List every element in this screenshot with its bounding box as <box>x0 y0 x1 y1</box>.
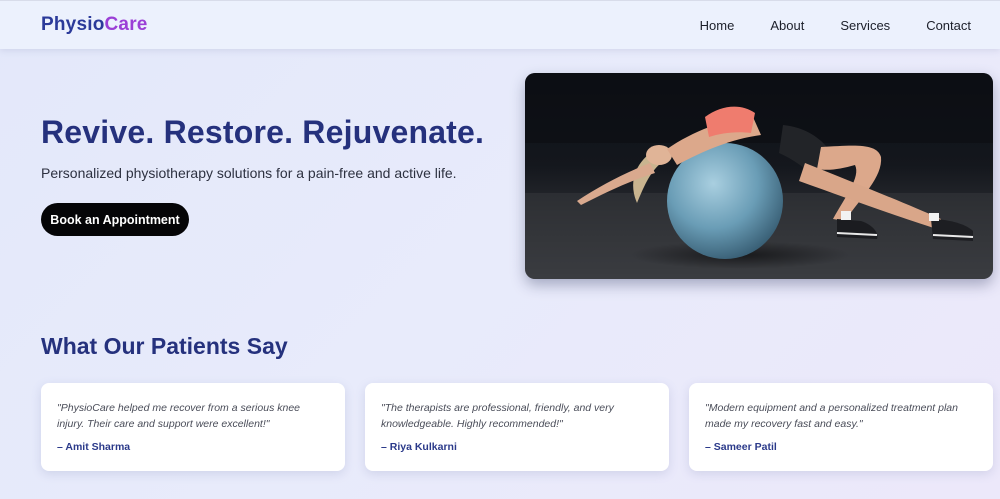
logo-text-physio: Physio <box>41 14 105 35</box>
testimonial-quote: "The therapists are professional, friend… <box>381 402 614 430</box>
nav-link-about[interactable]: About <box>770 18 804 33</box>
testimonial-card: "PhysioCare helped me recover from a ser… <box>41 383 345 471</box>
book-appointment-button[interactable]: Book an Appointment <box>41 203 189 236</box>
main-nav: Home About Services Contact <box>700 18 971 33</box>
hero-image <box>525 73 993 279</box>
nav-link-home[interactable]: Home <box>700 18 735 33</box>
top-navigation-bar: PhysioCare Home About Services Contact <box>0 0 1000 49</box>
nav-link-services[interactable]: Services <box>840 18 890 33</box>
testimonial-card: "The therapists are professional, friend… <box>365 383 669 471</box>
testimonial-quote: "Modern equipment and a personalized tre… <box>705 402 958 430</box>
testimonial-author: – Riya Kulkarni <box>381 441 457 453</box>
logo-text-care: Care <box>104 14 148 35</box>
testimonial-author: – Amit Sharma <box>57 441 131 453</box>
testimonial-card: "Modern equipment and a personalized tre… <box>689 383 993 471</box>
nav-link-contact[interactable]: Contact <box>926 18 971 33</box>
testimonials-heading: What Our Patients Say <box>41 333 288 359</box>
woman-stretching-on-exercise-ball-photo <box>525 73 993 279</box>
testimonial-quote: "PhysioCare helped me recover from a ser… <box>57 402 301 430</box>
testimonial-author: – Sameer Patil <box>705 441 777 453</box>
hero-title: Revive. Restore. Rejuvenate. <box>41 114 485 150</box>
logo[interactable]: PhysioCare <box>41 14 148 36</box>
hero-subtitle: Personalized physiotherapy solutions for… <box>41 165 457 181</box>
